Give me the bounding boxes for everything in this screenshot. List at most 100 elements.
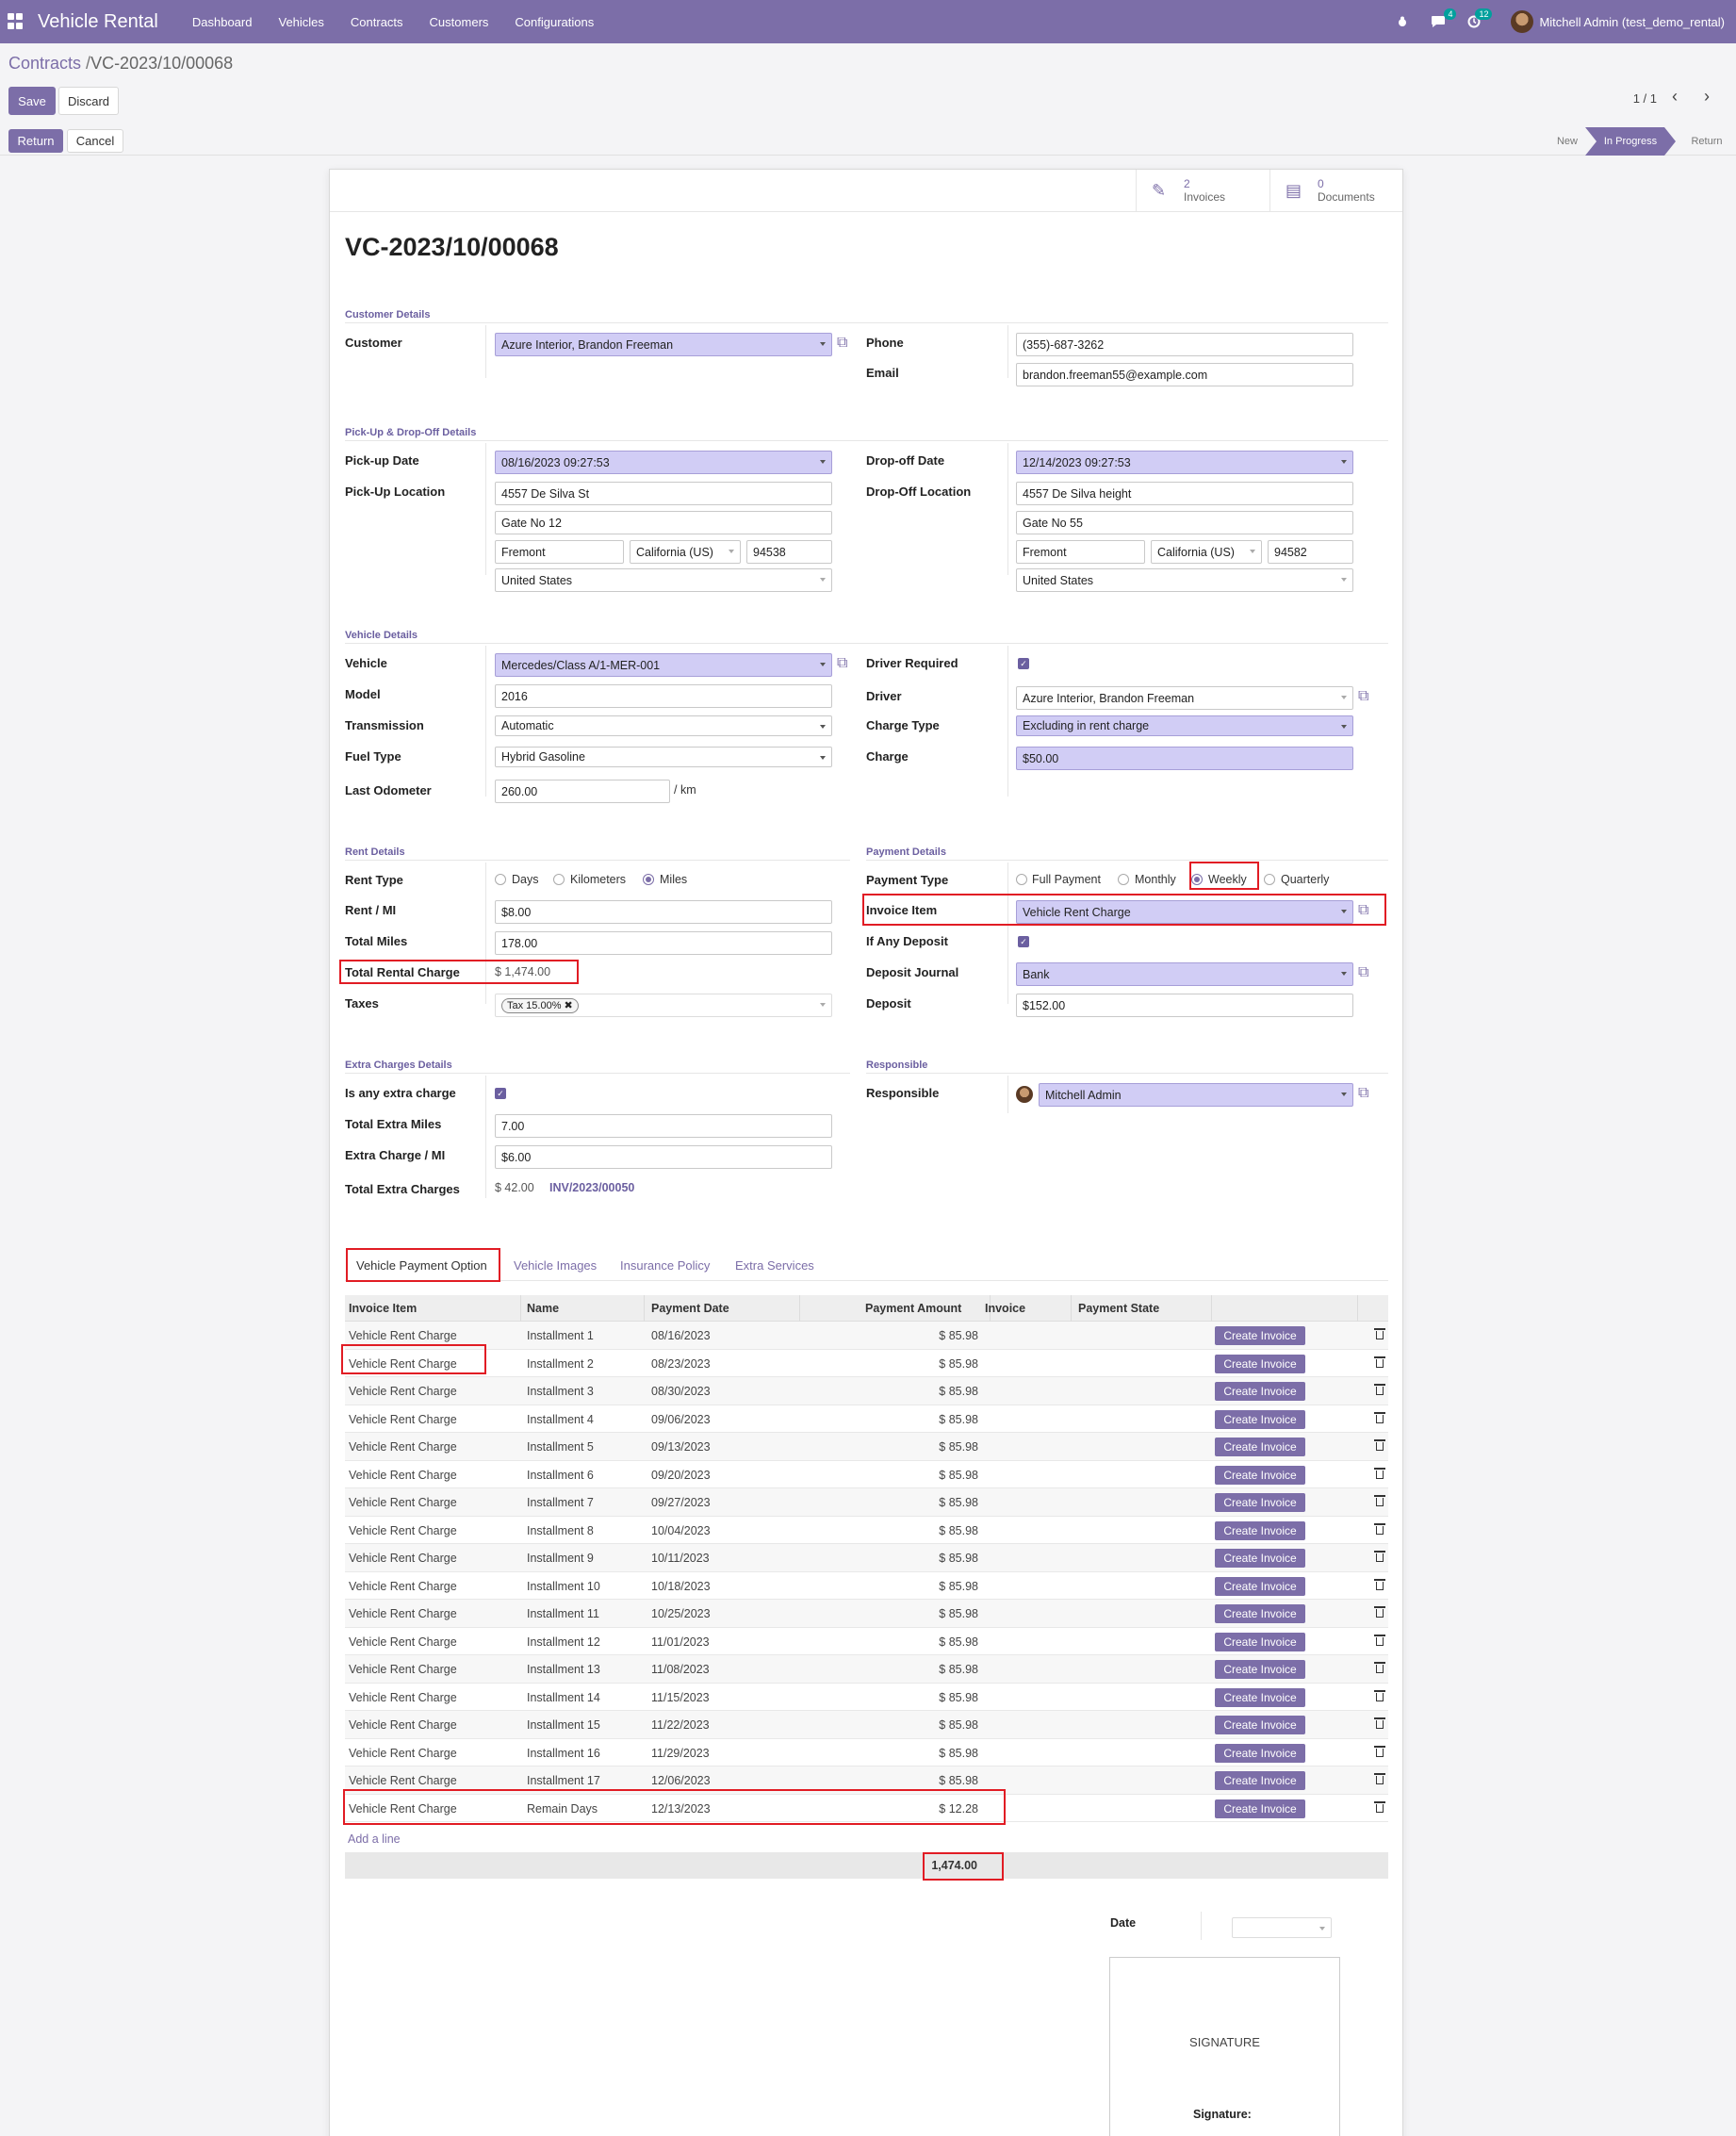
extra-miles-field[interactable]: 7.00 [495, 1114, 832, 1138]
create-invoice-button[interactable]: Create Invoice [1215, 1326, 1305, 1345]
documents-smart-button[interactable]: ▤ 0 Documents [1269, 170, 1403, 211]
discard-button[interactable]: Discard [58, 87, 119, 115]
col-payment-state[interactable]: Payment State [1078, 1302, 1159, 1315]
rent-type-miles-radio[interactable] [643, 874, 654, 885]
create-invoice-button[interactable]: Create Invoice [1215, 1771, 1305, 1790]
app-title[interactable]: Vehicle Rental [38, 11, 158, 33]
deposit-journal-field[interactable]: Bank [1016, 962, 1353, 986]
stage-return[interactable]: Return [1678, 127, 1736, 156]
invoices-smart-button[interactable]: ✎ 2 Invoices [1136, 170, 1269, 211]
col-invoice-item[interactable]: Invoice Item [349, 1302, 417, 1315]
table-row[interactable]: Vehicle Rent Charge Installment 4 09/06/20… [345, 1405, 1388, 1433]
create-invoice-button[interactable]: Create Invoice [1215, 1743, 1305, 1763]
menu-configurations[interactable]: Configurations [515, 15, 594, 29]
trash-icon[interactable] [1374, 1606, 1385, 1618]
payment-monthly-radio[interactable] [1118, 874, 1129, 885]
bug-icon[interactable] [1392, 11, 1413, 32]
table-row[interactable]: Vehicle Rent Charge Installment 10 10/18/2… [345, 1572, 1388, 1600]
tab-vehicle-payment-option[interactable]: Vehicle Payment Option [356, 1258, 487, 1273]
pager-next-icon[interactable]: › [1704, 87, 1710, 107]
table-row[interactable]: Vehicle Rent Charge Installment 13 11/08/2… [345, 1655, 1388, 1684]
dropoff-city-field[interactable]: Fremont [1016, 540, 1145, 564]
extra-flag-checkbox[interactable]: ✓ [495, 1088, 506, 1099]
trash-icon[interactable] [1374, 1384, 1385, 1395]
table-row[interactable]: Vehicle Rent Charge Installment 11 10/25/2… [345, 1600, 1388, 1628]
col-payment-date[interactable]: Payment Date [651, 1302, 729, 1315]
trash-icon[interactable] [1374, 1439, 1385, 1451]
charge-field[interactable]: $50.00 [1016, 747, 1353, 770]
menu-dashboard[interactable]: Dashboard [192, 15, 253, 29]
tab-vehicle-images[interactable]: Vehicle Images [514, 1258, 597, 1273]
table-row[interactable]: Vehicle Rent Charge Installment 3 08/30/20… [345, 1377, 1388, 1405]
table-row[interactable]: Vehicle Rent Charge Installment 8 10/04/20… [345, 1517, 1388, 1544]
rent-per-field[interactable]: $8.00 [495, 900, 832, 924]
trash-icon[interactable] [1374, 1717, 1385, 1729]
extra-invoice-link[interactable]: INV/2023/00050 [549, 1181, 634, 1194]
invoice-item-field[interactable]: Vehicle Rent Charge [1016, 900, 1353, 924]
payment-quarterly-radio[interactable] [1264, 874, 1275, 885]
chat-icon[interactable]: 4 [1428, 8, 1457, 32]
vehicle-field[interactable]: Mercedes/Class A/1-MER-001 [495, 653, 832, 677]
driver-field[interactable]: Azure Interior, Brandon Freeman [1016, 686, 1353, 710]
breadcrumb-contracts[interactable]: Contracts [8, 54, 81, 73]
trash-icon[interactable] [1374, 1745, 1385, 1757]
pager-value[interactable]: 1 / 1 [1633, 91, 1657, 106]
trash-icon[interactable] [1374, 1689, 1385, 1701]
deposit-flag-checkbox[interactable]: ✓ [1018, 936, 1029, 947]
pickup-state-field[interactable]: California (US) [630, 540, 741, 564]
table-row[interactable]: Vehicle Rent Charge Installment 14 11/15/2… [345, 1684, 1388, 1711]
create-invoice-button[interactable]: Create Invoice [1215, 1493, 1305, 1512]
trash-icon[interactable] [1374, 1634, 1385, 1646]
table-row[interactable]: Vehicle Rent Charge Installment 5 09/13/20… [345, 1433, 1388, 1461]
table-row[interactable]: Vehicle Rent Charge Installment 6 09/20/20… [345, 1461, 1388, 1488]
create-invoice-button[interactable]: Create Invoice [1215, 1660, 1305, 1679]
pickup-street-field[interactable]: 4557 De Silva St [495, 482, 832, 505]
payment-full-radio[interactable] [1016, 874, 1027, 885]
external-link-icon[interactable]: ⧉ [837, 655, 854, 672]
table-row[interactable]: Vehicle Rent Charge Installment 2 08/23/20… [345, 1350, 1388, 1377]
table-row[interactable]: Vehicle Rent Charge Remain Days 12/13/2023… [345, 1795, 1388, 1822]
external-link-icon[interactable]: ⧉ [1358, 964, 1375, 981]
odometer-field[interactable]: 260.00 [495, 780, 670, 803]
table-row[interactable]: Vehicle Rent Charge Installment 15 11/22/2… [345, 1711, 1388, 1739]
pickup-street2-field[interactable]: Gate No 12 [495, 511, 832, 534]
col-payment-amount[interactable]: Payment Amount [865, 1302, 961, 1315]
apps-menu-icon[interactable] [8, 13, 25, 30]
cancel-button[interactable]: Cancel [67, 129, 123, 153]
trash-icon[interactable] [1374, 1356, 1385, 1368]
trash-icon[interactable] [1374, 1773, 1385, 1784]
external-link-icon[interactable]: ⧉ [1358, 1085, 1375, 1102]
customer-field[interactable]: Azure Interior, Brandon Freeman [495, 333, 832, 356]
dropoff-street2-field[interactable]: Gate No 55 [1016, 511, 1353, 534]
create-invoice-button[interactable]: Create Invoice [1215, 1549, 1305, 1568]
create-invoice-button[interactable]: Create Invoice [1215, 1354, 1305, 1373]
dropoff-street-field[interactable]: 4557 De Silva height [1016, 482, 1353, 505]
total-miles-field[interactable]: 178.00 [495, 931, 832, 955]
charge-type-select[interactable]: Excluding in rent charge [1016, 715, 1353, 736]
create-invoice-button[interactable]: Create Invoice [1215, 1716, 1305, 1734]
trash-icon[interactable] [1374, 1467, 1385, 1479]
responsible-field[interactable]: Mitchell Admin [1039, 1083, 1353, 1107]
pickup-zip-field[interactable]: 94538 [746, 540, 832, 564]
table-row[interactable]: Vehicle Rent Charge Installment 12 11/01/2… [345, 1628, 1388, 1655]
dropoff-date-field[interactable]: 12/14/2023 09:27:53 [1016, 451, 1353, 474]
trash-icon[interactable] [1374, 1411, 1385, 1423]
create-invoice-button[interactable]: Create Invoice [1215, 1632, 1305, 1651]
trash-icon[interactable] [1374, 1800, 1385, 1813]
external-link-icon[interactable]: ⧉ [1358, 688, 1375, 705]
dropoff-zip-field[interactable]: 94582 [1268, 540, 1353, 564]
activity-clock-icon[interactable]: 12 [1464, 8, 1493, 32]
trash-icon[interactable] [1374, 1522, 1385, 1535]
table-row[interactable]: Vehicle Rent Charge Installment 7 09/27/20… [345, 1488, 1388, 1517]
pager-prev-icon[interactable]: ‹ [1672, 87, 1678, 107]
create-invoice-button[interactable]: Create Invoice [1215, 1604, 1305, 1623]
stage-new[interactable]: New [1546, 127, 1589, 156]
trash-icon[interactable] [1374, 1578, 1385, 1590]
create-invoice-button[interactable]: Create Invoice [1215, 1382, 1305, 1401]
menu-vehicles[interactable]: Vehicles [278, 15, 323, 29]
add-line-link[interactable]: Add a line [348, 1832, 401, 1846]
extra-per-field[interactable]: $6.00 [495, 1145, 832, 1169]
create-invoice-button[interactable]: Create Invoice [1215, 1687, 1305, 1707]
email-field[interactable]: brandon.freeman55@example.com [1016, 363, 1353, 386]
table-row[interactable]: Vehicle Rent Charge Installment 17 12/06/2… [345, 1766, 1388, 1795]
